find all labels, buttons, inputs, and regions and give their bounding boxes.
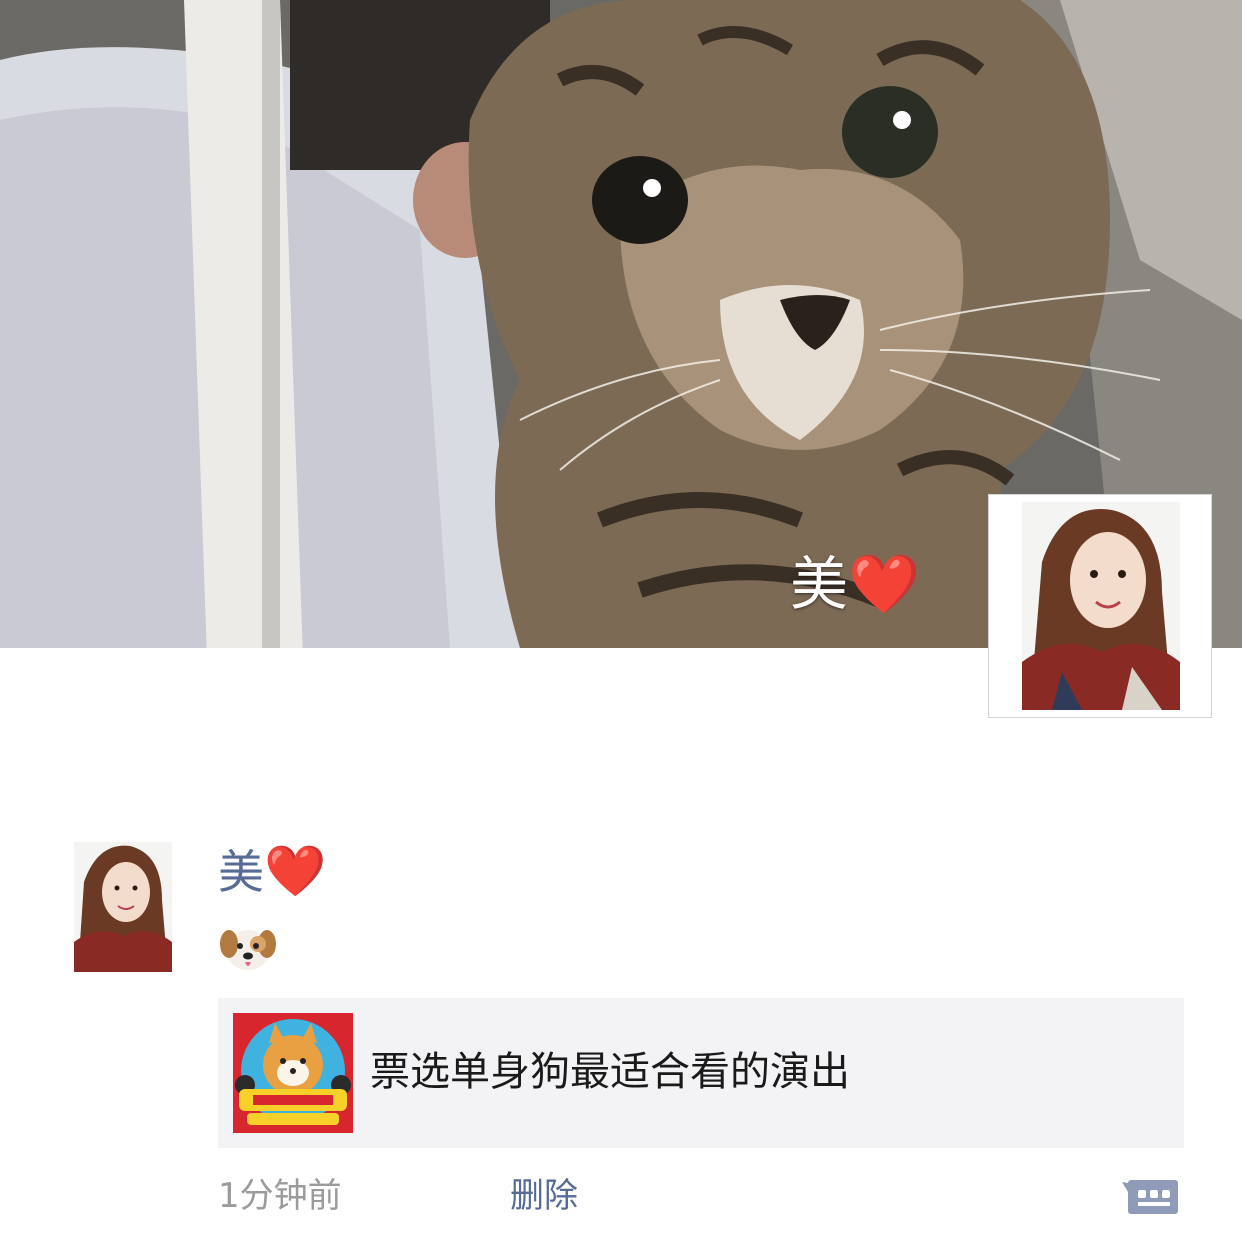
shared-link-card[interactable]: 票选单身狗最适合看的演出 [218,998,1184,1148]
post-author-name[interactable]: 美❤️ [218,838,326,905]
dog-face-emoji-icon [220,930,276,970]
post-author-avatar[interactable] [74,842,172,972]
post-author-text: 美 [218,845,264,899]
avatar-photo [1022,502,1180,710]
cover-username[interactable]: 美❤️ [790,548,920,620]
cover-name-text: 美 [790,550,849,618]
profile-avatar[interactable] [988,494,1212,718]
shared-link-title: 票选单身狗最适合看的演出 [370,1049,850,1095]
shiba-dog-poster-icon [233,1013,353,1133]
moments-page: 美❤️ 美❤️ 票选单身狗最适合看的演出 1分钟前 删除 [0,0,1242,1242]
avatar-photo [74,842,172,972]
heart-icon: ❤️ [848,550,921,618]
delete-button[interactable]: 删除 [510,1170,578,1222]
comment-icon[interactable] [1122,1172,1182,1220]
post-timestamp: 1分钟前 [218,1176,342,1216]
heart-icon: ❤️ [264,842,327,900]
